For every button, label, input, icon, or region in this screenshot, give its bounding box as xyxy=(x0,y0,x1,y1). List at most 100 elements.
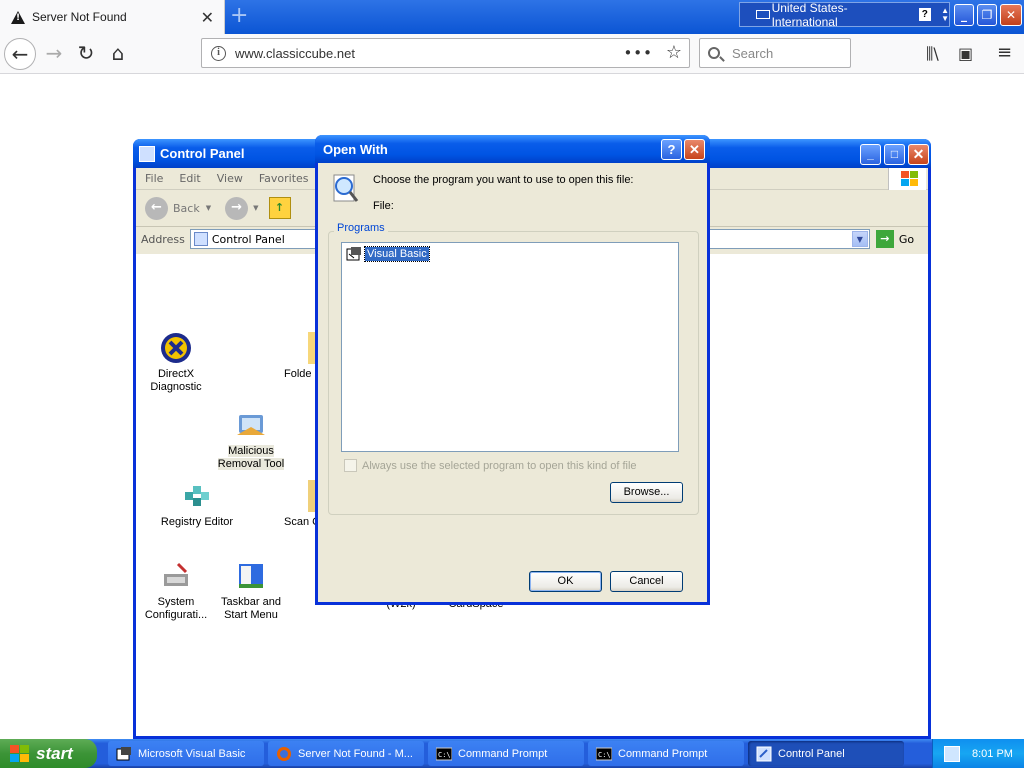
address-value: Control Panel xyxy=(211,232,285,246)
home-button[interactable]: ⌂ xyxy=(102,38,134,70)
checkbox-box[interactable] xyxy=(344,459,357,472)
cp-maximize-button[interactable]: □ xyxy=(884,144,905,165)
go-label: Go xyxy=(898,232,915,246)
warning-icon xyxy=(11,10,25,24)
page-actions-icon[interactable]: ••• xyxy=(623,44,653,62)
cp-item-directx[interactable]: DirectX Diagnostic xyxy=(135,332,217,394)
start-label: start xyxy=(36,743,73,763)
cp-item-label: Folde xyxy=(284,368,312,380)
system-configuration-icon xyxy=(160,560,192,592)
svg-text:C:\: C:\ xyxy=(438,751,451,759)
control-panel-icon xyxy=(756,746,772,761)
open-with-prompt: Choose the program you want to use to op… xyxy=(373,174,634,186)
task-label: Control Panel xyxy=(778,747,845,760)
task-label: Server Not Found - M... xyxy=(298,747,413,760)
go-button[interactable]: → Go xyxy=(875,230,915,248)
cp-item-label: Registry Editor xyxy=(160,516,234,528)
address-dropdown-icon[interactable]: ▼ xyxy=(851,231,868,247)
svg-text:C:\: C:\ xyxy=(598,751,611,759)
go-arrow-icon: → xyxy=(875,230,894,248)
up-folder-icon[interactable]: ↑ xyxy=(268,197,291,219)
language-help-icon[interactable]: ? xyxy=(918,8,932,21)
language-bar[interactable]: United States-International ? ▲ ▼ xyxy=(739,1,950,29)
task-command-prompt-2[interactable]: C:\ Command Prompt xyxy=(588,741,744,766)
dialog-close-button[interactable]: ✕ xyxy=(684,139,705,160)
open-with-dialog: Open With ? ✕ Choose the program you wan… xyxy=(315,135,710,605)
file-label: File: xyxy=(373,200,394,212)
taskbar: start Microsoft Visual Basic Server Not … xyxy=(0,739,1024,768)
control-panel-title: Control Panel xyxy=(160,146,245,161)
back-dropdown-icon[interactable]: ▼ xyxy=(206,204,211,212)
task-label: Command Prompt xyxy=(458,747,548,760)
task-command-prompt-1[interactable]: C:\ Command Prompt xyxy=(428,741,584,766)
back-button[interactable]: ← xyxy=(4,38,36,70)
cp-item-registry-editor[interactable]: Registry Editor xyxy=(156,480,238,529)
minimize-button[interactable]: _ xyxy=(954,4,974,26)
sidebar-icon[interactable]: ▣ xyxy=(958,44,973,63)
browser-tab[interactable]: Server Not Found ✕ xyxy=(0,0,225,34)
control-panel-small-icon xyxy=(193,232,208,246)
malicious-removal-tool-icon xyxy=(235,409,267,441)
always-use-checkbox[interactable]: Always use the selected program to open … xyxy=(344,459,637,472)
forward-dropdown-icon[interactable]: ▼ xyxy=(253,204,258,212)
programs-label: Programs xyxy=(334,222,388,234)
browser-tab-bar: Server Not Found ✕ + United States-Inter… xyxy=(0,0,1024,34)
start-button[interactable]: start xyxy=(0,739,97,768)
new-tab-icon[interactable]: + xyxy=(230,3,248,28)
task-label: Microsoft Visual Basic xyxy=(138,747,246,760)
cp-minimize-button[interactable]: _ xyxy=(860,144,881,165)
language-options-icon[interactable]: ▲ ▼ xyxy=(941,6,949,23)
tray-icon[interactable] xyxy=(944,745,960,762)
cp-item-label: System Configurati... xyxy=(144,596,208,621)
url-bar[interactable]: i www.classiccube.net ••• ☆ xyxy=(201,38,690,68)
clock[interactable]: 8:01 PM xyxy=(972,748,1013,760)
close-tab-icon[interactable]: ✕ xyxy=(201,8,214,27)
cp-item-system-configuration[interactable]: System Configurati... xyxy=(135,560,217,622)
ok-button[interactable]: OK xyxy=(529,571,602,592)
tab-title: Server Not Found xyxy=(32,10,127,24)
reload-button[interactable]: ↻ xyxy=(70,38,102,70)
close-button[interactable]: ✕ xyxy=(1000,4,1022,26)
cp-item-label: Malicious Removal Tool xyxy=(217,445,285,470)
directx-icon xyxy=(160,332,192,364)
back-label[interactable]: Back xyxy=(173,202,200,215)
bookmark-star-icon[interactable]: ☆ xyxy=(666,42,682,63)
menu-file[interactable]: File xyxy=(145,172,163,185)
forward-button[interactable]: → xyxy=(38,38,70,70)
command-prompt-icon: C:\ xyxy=(436,747,452,760)
command-prompt-icon: C:\ xyxy=(596,747,612,760)
control-panel-icon xyxy=(139,145,155,162)
back-arrow-icon[interactable]: ← xyxy=(145,196,168,220)
restore-button[interactable]: ❐ xyxy=(977,4,997,26)
task-label: Command Prompt xyxy=(618,747,708,760)
browse-button[interactable]: Browse... xyxy=(610,482,683,503)
list-item[interactable]: Visual Basic xyxy=(346,246,430,262)
system-tray: 8:01 PM xyxy=(932,739,1024,768)
task-visual-basic[interactable]: Microsoft Visual Basic xyxy=(108,741,264,766)
cp-item-malicious-removal-tool[interactable]: Malicious Removal Tool xyxy=(210,409,292,471)
cancel-button[interactable]: Cancel xyxy=(610,571,683,592)
registry-editor-icon xyxy=(181,480,213,512)
menu-icon[interactable]: ≡ xyxy=(997,42,1012,63)
cp-close-button[interactable]: ✕ xyxy=(908,144,929,165)
visual-basic-icon xyxy=(346,247,361,261)
menu-favorites[interactable]: Favorites xyxy=(259,172,309,185)
cp-item-label: Taskbar and Start Menu xyxy=(221,596,281,621)
menu-view[interactable]: View xyxy=(217,172,243,185)
firefox-icon xyxy=(277,746,291,761)
cp-item-taskbar-start-menu[interactable]: Taskbar and Start Menu xyxy=(210,560,292,622)
search-input[interactable]: Search xyxy=(699,38,851,68)
menu-edit[interactable]: Edit xyxy=(179,172,200,185)
site-info-icon[interactable]: i xyxy=(211,45,226,61)
task-control-panel[interactable]: Control Panel xyxy=(748,741,904,766)
forward-arrow-icon[interactable]: → xyxy=(225,196,249,220)
program-label: Visual Basic xyxy=(364,246,430,262)
task-firefox[interactable]: Server Not Found - M... xyxy=(268,741,424,766)
open-with-titlebar[interactable]: Open With ? ✕ xyxy=(315,135,710,163)
taskbar-start-menu-icon xyxy=(235,560,267,592)
windows-flag-icon xyxy=(10,744,30,763)
library-icon[interactable]: ⫼\ xyxy=(926,44,939,64)
dialog-help-button[interactable]: ? xyxy=(661,139,682,160)
programs-list[interactable]: Visual Basic xyxy=(341,242,679,452)
search-placeholder: Search xyxy=(732,45,774,61)
